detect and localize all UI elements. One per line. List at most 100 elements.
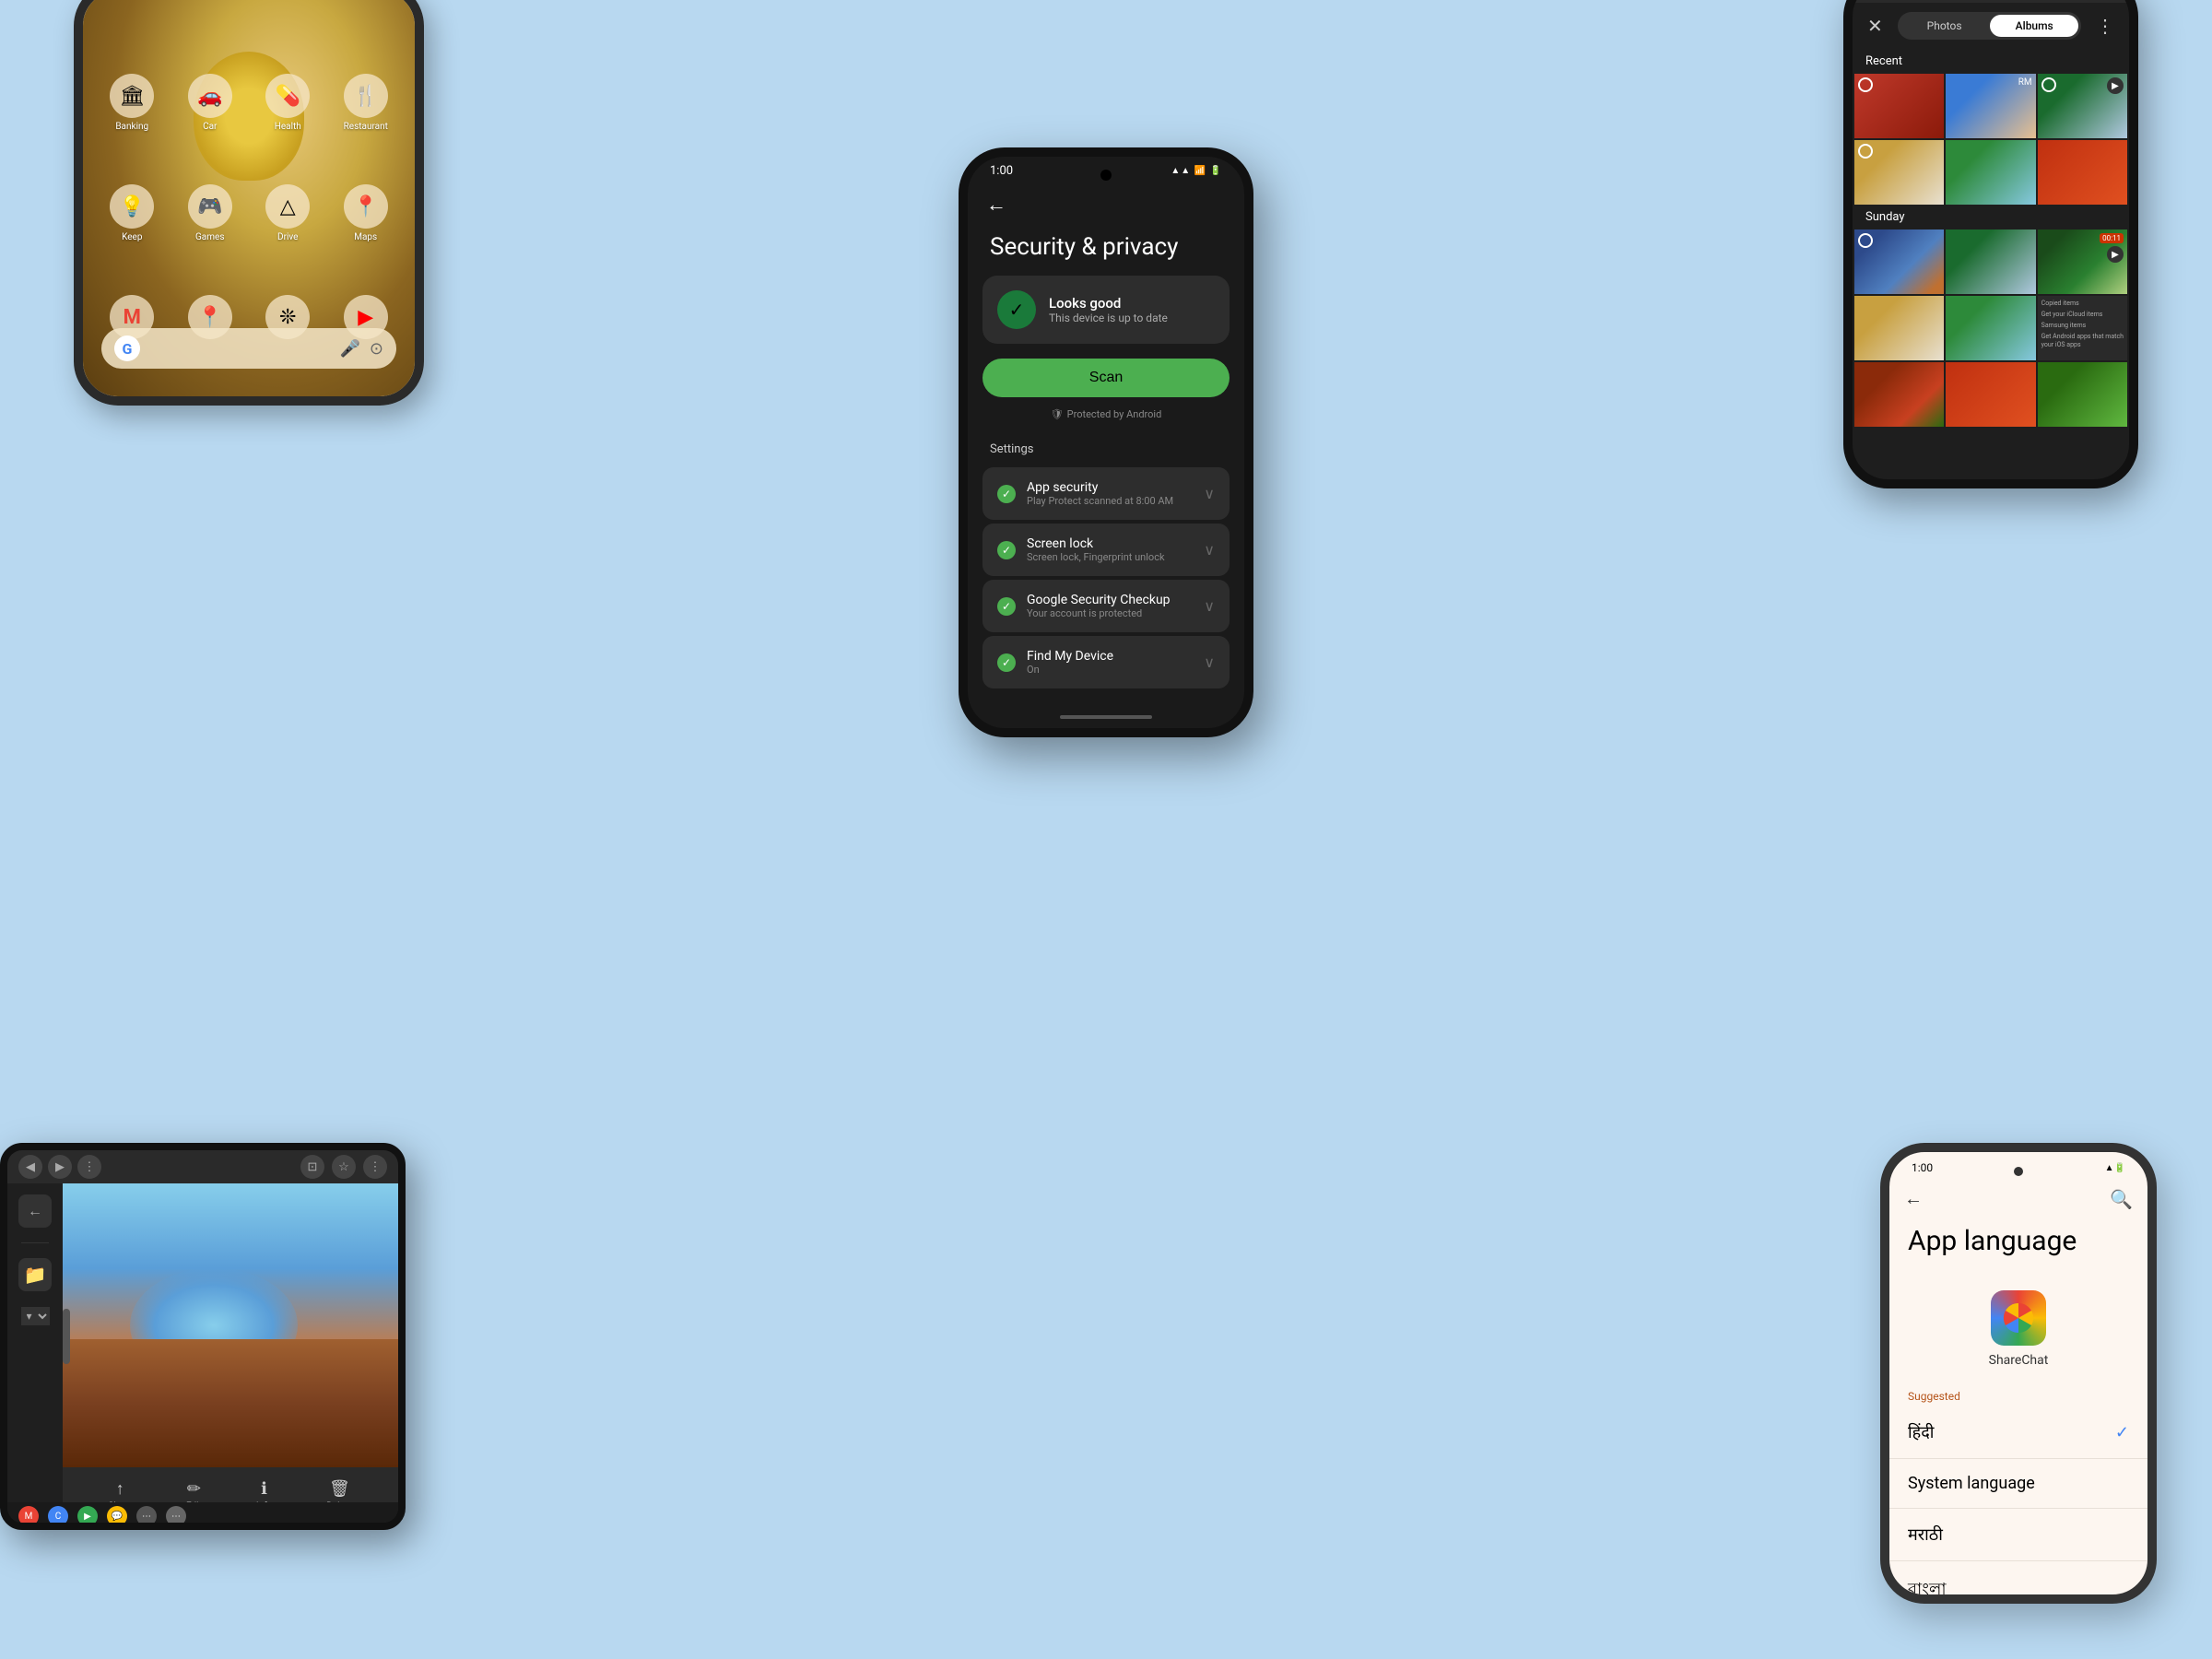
setting-google-security[interactable]: ✓ Google Security Checkup Your account i… (982, 580, 1230, 632)
apps-taskbar-icon[interactable]: ⋯ (136, 1506, 157, 1526)
br-top-bar: ← 🔍 (1889, 1183, 2147, 1214)
health-icon: 💊 (265, 74, 310, 118)
health-label: Health (275, 122, 301, 132)
keep-label: Keep (122, 232, 142, 242)
drive-label: Drive (277, 232, 298, 242)
chrome-taskbar-icon[interactable]: C (48, 1506, 68, 1526)
more-options-icon[interactable]: ⋮ (2096, 15, 2114, 37)
gmail-taskbar-icon[interactable]: M (18, 1506, 39, 1526)
screen-lock-name: Screen lock (1027, 536, 1165, 551)
find-device-chevron-icon: ∨ (1204, 653, 1215, 671)
taskbar: M C ▶ 💬 ⋯ ⋯ (7, 1502, 398, 1530)
language-hindi[interactable]: हिंदी ✓ (1889, 1406, 2147, 1459)
photo-thumb-2[interactable]: RM (1946, 74, 2035, 138)
photo-sun-6[interactable]: Copied items Get your iCloud items Samsu… (2038, 296, 2127, 360)
restaurant-icon: 🍴 (344, 74, 388, 118)
security-title: Security & privacy (968, 224, 1244, 276)
language-bangla[interactable]: বাংলা (1889, 1561, 2147, 1604)
google-security-name: Google Security Checkup (1027, 593, 1171, 607)
play-button[interactable]: ▶ (48, 1155, 72, 1179)
folder-icon[interactable]: 📁 (18, 1258, 52, 1291)
mic-icon[interactable]: 🎤 (339, 339, 359, 359)
app-security-desc: Play Protect scanned at 8:00 AM (1027, 495, 1173, 507)
star-icon[interactable]: ☆ (332, 1155, 356, 1179)
setting-screen-lock[interactable]: ✓ Screen lock Screen lock, Fingerprint u… (982, 524, 1230, 576)
phone1-home-screen: 🏛 Banking 🚗 Car 💊 Health 🍴 Restaurant 💡 … (74, 0, 424, 406)
looks-good-card: ✓ Looks good This device is up to date (982, 276, 1230, 344)
setting-app-security[interactable]: ✓ App security Play Protect scanned at 8… (982, 467, 1230, 520)
cast-icon[interactable]: ⊡ (300, 1155, 324, 1179)
photo-thumb-1[interactable] (1854, 74, 1944, 138)
app-language-title: App language (1889, 1214, 2147, 1276)
maps-icon: 📍 (344, 184, 388, 229)
app-icon-large: ShareChat (1889, 1276, 2147, 1382)
back-nav-icon[interactable]: ← (18, 1194, 52, 1228)
screen-lock-desc: Screen lock, Fingerprint unlock (1027, 551, 1165, 563)
options-icon[interactable]: ⋮ (363, 1155, 387, 1179)
language-system[interactable]: System language (1889, 1459, 2147, 1509)
google-security-desc: Your account is protected (1027, 607, 1171, 619)
close-button[interactable]: ✕ (1867, 15, 1883, 37)
photo-thumb-4[interactable] (1854, 140, 1944, 205)
hindi-label: हिंदी (1908, 1421, 1934, 1443)
photo-sun-2[interactable] (1946, 229, 2035, 294)
app-car[interactable]: 🚗 Car (180, 74, 241, 132)
sunday-photo-grid: 00:11 ▶ Copied items Get your iCloud ite… (1853, 229, 2129, 427)
br-time: 1:00 (1912, 1161, 1933, 1174)
selection-dot-3 (2041, 77, 2056, 92)
banking-label: Banking (115, 122, 148, 132)
photo-thumb-6[interactable] (2038, 140, 2127, 205)
previous-button[interactable]: ◀ (18, 1155, 42, 1179)
info-icon: ℹ (261, 1479, 267, 1499)
more-taskbar-icon[interactable]: ⋯ (166, 1506, 186, 1526)
language-marathi[interactable]: मराठी (1889, 1509, 2147, 1561)
recent-label: Recent (1853, 49, 2129, 74)
back-button[interactable]: ← (968, 185, 1244, 224)
protected-label: Protected by Android (1067, 408, 1162, 420)
photo-sun-4[interactable] (1854, 296, 1944, 360)
photo-thumb-5[interactable] (1946, 140, 2035, 205)
tab-photos[interactable]: Photos (1900, 15, 1989, 37)
time: 1:00 (990, 164, 1013, 178)
photo-sun-9[interactable] (2038, 362, 2127, 427)
lens-icon[interactable]: ⊙ (370, 339, 383, 359)
hindi-check-icon: ✓ (2115, 1423, 2129, 1442)
share-icon: ↑ (116, 1479, 124, 1499)
photo-sun-7[interactable] (1854, 362, 1944, 427)
app-health[interactable]: 💊 Health (257, 74, 319, 132)
screen-lock-check-icon: ✓ (997, 541, 1016, 559)
setting-find-my-device[interactable]: ✓ Find My Device On ∨ (982, 636, 1230, 688)
photo-sun-5[interactable] (1946, 296, 2035, 360)
chat-taskbar-icon[interactable]: 💬 (107, 1506, 127, 1526)
tab-albums[interactable]: Albums (1990, 15, 2078, 37)
sharechat-label: ShareChat (1989, 1353, 2049, 1368)
games-label: Games (195, 232, 224, 242)
photo-thumb-3[interactable]: ▶ (2038, 74, 2127, 138)
br-search-button[interactable]: 🔍 (2110, 1188, 2133, 1210)
photo-sun-1[interactable] (1854, 229, 1944, 294)
car-icon: 🚗 (188, 74, 232, 118)
phone-photos-picker: This app will have access to only the ph… (1843, 0, 2138, 488)
app-banking[interactable]: 🏛 Banking (101, 74, 163, 132)
more-button[interactable]: ⋮ (77, 1155, 101, 1179)
app-keep[interactable]: 💡 Keep (101, 184, 163, 242)
restaurant-label: Restaurant (344, 122, 388, 132)
phone-app-language: 1:00 ▲🔋 ← 🔍 App language (1880, 1143, 2157, 1604)
scan-button[interactable]: Scan (982, 359, 1230, 397)
delete-icon: 🗑 (329, 1479, 350, 1499)
phone-security-privacy: 1:00 ▲▲ 📶 🔋 ← Security & privacy ✓ Looks… (959, 147, 1253, 737)
shield-check-icon: ✓ (997, 290, 1036, 329)
br-back-button[interactable]: ← (1904, 1187, 1923, 1210)
app-restaurant[interactable]: 🍴 Restaurant (335, 74, 397, 132)
app-games[interactable]: 🎮 Games (180, 184, 241, 242)
app-drive[interactable]: △ Drive (257, 184, 319, 242)
meet-taskbar-icon[interactable]: ▶ (77, 1506, 98, 1526)
photo-sun-8[interactable] (1946, 362, 2035, 427)
search-bar[interactable]: G 🎤 ⊙ (101, 328, 396, 369)
scroll-handle[interactable] (63, 1309, 70, 1364)
photo-sun-3[interactable]: 00:11 ▶ (2038, 229, 2127, 294)
folder-dropdown[interactable]: ▾ (21, 1307, 50, 1325)
app-maps[interactable]: 📍 Maps (335, 184, 397, 242)
app-security-check-icon: ✓ (997, 485, 1016, 503)
app-security-chevron-icon: ∨ (1204, 485, 1215, 502)
